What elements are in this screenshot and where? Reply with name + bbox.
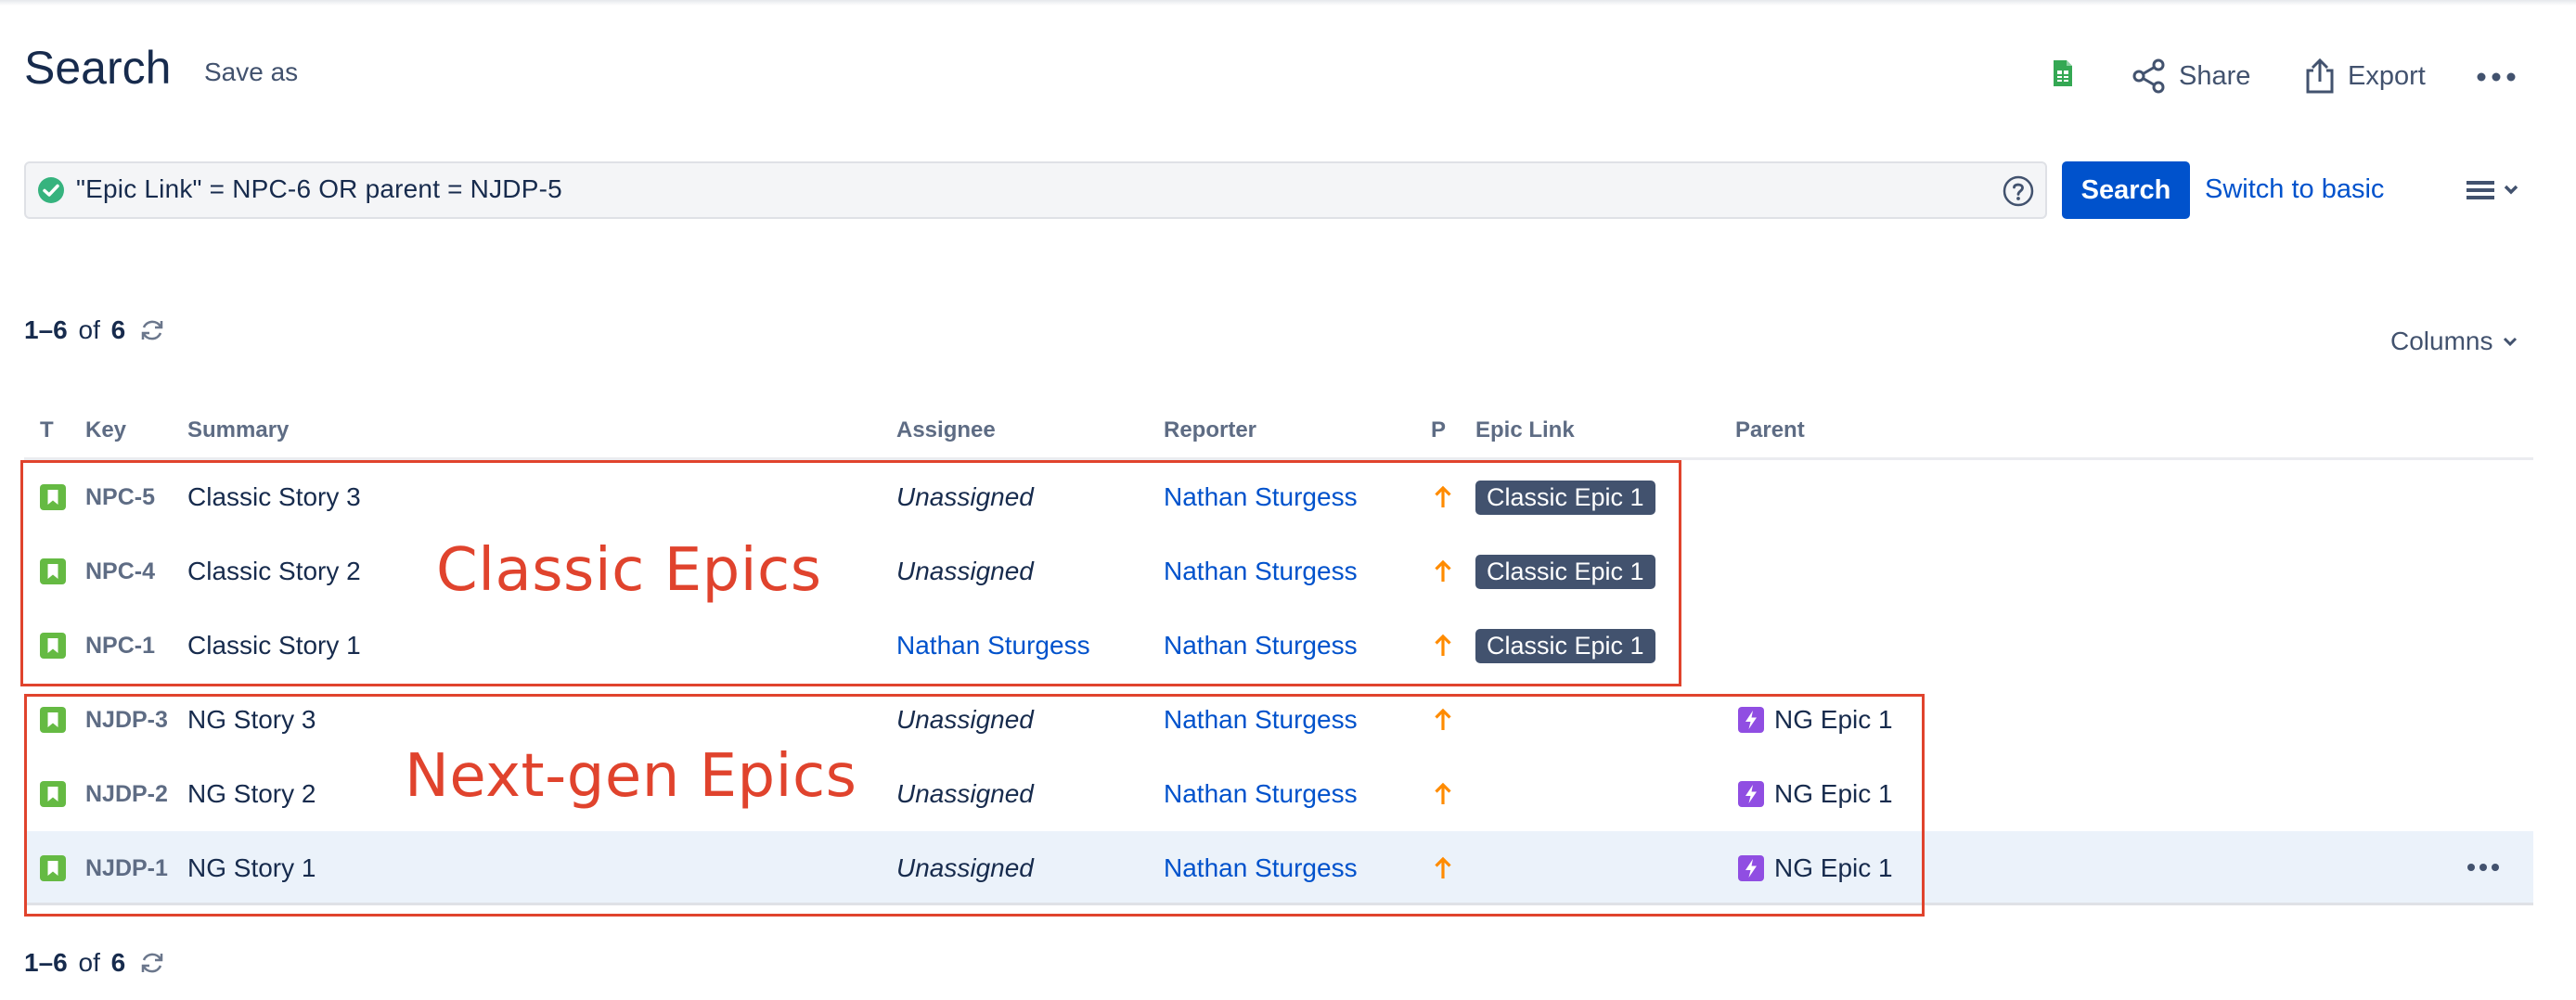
nextgen-epics-annotation-label: Next-gen Epics bbox=[405, 742, 857, 811]
menu-icon[interactable] bbox=[2465, 176, 2526, 204]
col-header-reporter[interactable]: Reporter bbox=[1164, 417, 1256, 443]
help-icon[interactable] bbox=[2003, 175, 2034, 207]
columns-label: Columns bbox=[2390, 327, 2493, 355]
result-total: 6 bbox=[110, 315, 126, 344]
sheets-icon[interactable] bbox=[2051, 59, 2075, 87]
result-count-bottom: 1–6 of 6 bbox=[24, 948, 166, 978]
columns-button[interactable]: Columns bbox=[2390, 327, 2520, 356]
result-of: of bbox=[78, 315, 100, 344]
share-label: Share bbox=[2179, 60, 2251, 91]
more-icon[interactable] bbox=[2474, 67, 2518, 87]
share-button[interactable]: Share bbox=[2131, 54, 2250, 98]
share-icon bbox=[2132, 58, 2165, 94]
jql-query-text[interactable]: "Epic Link" = NPC-6 OR parent = NJDP-5 bbox=[76, 174, 562, 204]
export-icon bbox=[2306, 58, 2334, 94]
result-of-bottom: of bbox=[78, 948, 100, 977]
refresh-icon[interactable] bbox=[138, 316, 166, 344]
col-header-epic-link[interactable]: Epic Link bbox=[1475, 417, 1575, 443]
row-more-icon[interactable] bbox=[2465, 858, 2502, 877]
search-button[interactable]: Search bbox=[2062, 161, 2190, 219]
nextgen-epics-annotation-box bbox=[24, 694, 1925, 917]
refresh-icon[interactable] bbox=[138, 949, 166, 977]
table-header: T Key Summary Assignee Reporter P Epic L… bbox=[24, 414, 2533, 460]
result-range: 1–6 bbox=[24, 315, 68, 344]
switch-to-basic-link[interactable]: Switch to basic bbox=[2205, 174, 2384, 205]
col-header-priority[interactable]: P bbox=[1431, 417, 1446, 443]
col-header-type[interactable]: T bbox=[40, 417, 54, 443]
col-header-key[interactable]: Key bbox=[85, 417, 126, 443]
result-total-bottom: 6 bbox=[110, 948, 126, 977]
classic-epics-annotation-label: Classic Epics bbox=[436, 536, 822, 605]
col-header-summary[interactable]: Summary bbox=[187, 417, 289, 443]
export-label: Export bbox=[2348, 60, 2426, 91]
chevron-down-icon bbox=[2504, 337, 2518, 347]
result-count: 1–6 of 6 bbox=[24, 315, 166, 345]
result-range-bottom: 1–6 bbox=[24, 948, 68, 977]
header-actions: Share Export bbox=[0, 54, 2576, 100]
col-header-assignee[interactable]: Assignee bbox=[896, 417, 996, 443]
jql-query-field[interactable]: "Epic Link" = NPC-6 OR parent = NJDP-5 bbox=[24, 161, 2047, 219]
col-header-parent[interactable]: Parent bbox=[1735, 417, 1805, 443]
classic-epics-annotation-box bbox=[20, 460, 1681, 686]
export-button[interactable]: Export bbox=[2303, 54, 2426, 98]
top-shadow bbox=[0, 0, 2576, 6]
check-circle-icon bbox=[38, 177, 64, 203]
